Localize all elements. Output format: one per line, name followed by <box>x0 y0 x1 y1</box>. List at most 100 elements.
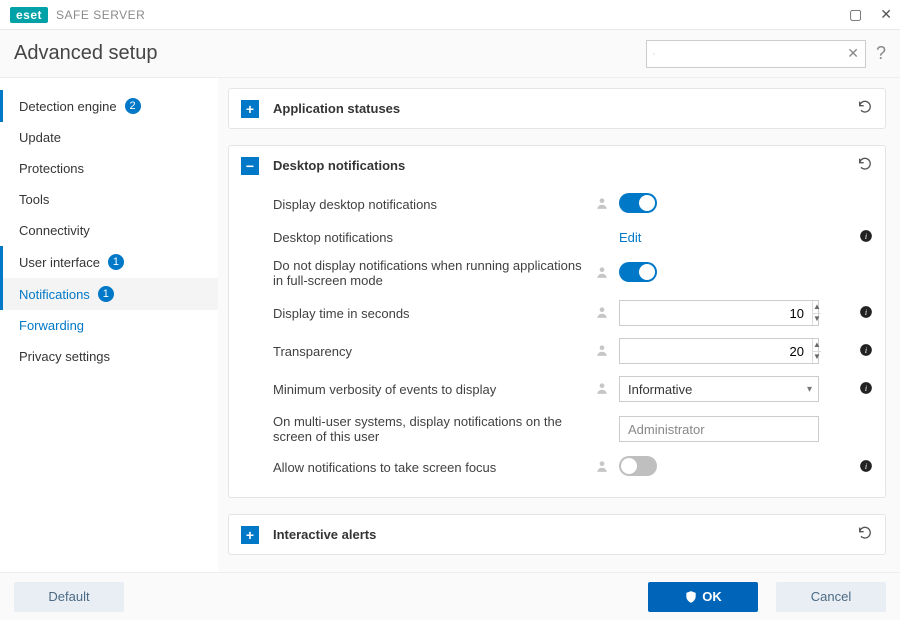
transparency-input[interactable]: ▲▼ <box>619 338 819 364</box>
page-title: Advanced setup <box>14 42 157 65</box>
edit-link[interactable]: Edit <box>619 230 641 245</box>
sidebar-item-label: Notifications <box>19 287 90 302</box>
sidebar-badge: 1 <box>98 286 114 302</box>
person-icon <box>593 343 611 360</box>
collapse-icon[interactable]: − <box>241 157 259 175</box>
sidebar-item-label: Tools <box>19 192 49 207</box>
revert-icon[interactable] <box>857 525 873 544</box>
sidebar-item-connectivity[interactable]: Connectivity <box>0 215 218 246</box>
expand-icon[interactable]: + <box>241 526 259 544</box>
panel-application-statuses: + Application statuses <box>228 88 886 129</box>
sidebar-item-label: Protections <box>19 161 84 176</box>
sidebar-badge: 2 <box>125 98 141 114</box>
panel-title: Interactive alerts <box>273 527 376 542</box>
person-icon <box>593 196 611 213</box>
footer: Default OK Cancel <box>0 572 900 620</box>
info-icon[interactable]: i <box>851 381 873 398</box>
setting-label: Display time in seconds <box>273 306 593 321</box>
verbosity-select[interactable]: Informative ▾ <box>619 376 819 402</box>
brand-logo: eset <box>10 7 48 23</box>
sidebar-item-privacy-settings[interactable]: Privacy settings <box>0 341 218 372</box>
verbosity-value: Informative <box>628 382 692 397</box>
person-icon <box>593 381 611 398</box>
spinner[interactable]: ▲▼ <box>812 339 821 363</box>
person-icon <box>593 459 611 476</box>
toggle-screen-focus[interactable] <box>619 456 657 476</box>
sidebar-item-tools[interactable]: Tools <box>0 184 218 215</box>
person-icon <box>593 305 611 322</box>
sidebar: Detection engine 2 Update Protections To… <box>0 78 218 572</box>
setting-label: Do not display notifications when runnin… <box>273 258 593 288</box>
sidebar-badge: 1 <box>108 254 124 270</box>
sidebar-item-update[interactable]: Update <box>0 122 218 153</box>
info-icon[interactable]: i <box>851 343 873 360</box>
sidebar-item-protections[interactable]: Protections <box>0 153 218 184</box>
row-display-time: Display time in seconds ▲▼ i <box>273 294 873 332</box>
default-button[interactable]: Default <box>14 582 124 612</box>
header: Advanced setup ✕ ? <box>0 30 900 78</box>
setting-label: Allow notifications to take screen focus <box>273 460 593 475</box>
toggle-fullscreen-suppress[interactable] <box>619 262 657 282</box>
sidebar-item-label: Forwarding <box>19 318 84 333</box>
row-verbosity: Minimum verbosity of events to display I… <box>273 370 873 408</box>
info-icon[interactable]: i <box>851 305 873 322</box>
sidebar-item-label: Privacy settings <box>19 349 110 364</box>
cancel-button[interactable]: Cancel <box>776 582 886 612</box>
multi-user-field[interactable] <box>620 417 818 441</box>
multi-user-input[interactable] <box>619 416 819 442</box>
sidebar-item-label: Detection engine <box>19 99 117 114</box>
transparency-field[interactable] <box>620 339 812 363</box>
brand-product: SAFE SERVER <box>56 8 145 22</box>
panel-desktop-notifications: − Desktop notifications Display desktop … <box>228 145 886 498</box>
spin-up-icon[interactable]: ▲ <box>813 301 821 314</box>
titlebar: eset SAFE SERVER ▢ ✕ <box>0 0 900 30</box>
spin-up-icon[interactable]: ▲ <box>813 339 821 352</box>
panel-header[interactable]: + Application statuses <box>229 89 885 128</box>
sidebar-item-forwarding[interactable]: Forwarding <box>0 310 218 341</box>
setting-label: Desktop notifications <box>273 230 593 245</box>
spinner[interactable]: ▲▼ <box>812 301 821 325</box>
row-desktop-notifications-edit: Desktop notifications Edit i <box>273 222 873 252</box>
search-icon <box>653 47 655 61</box>
expand-icon[interactable]: + <box>241 100 259 118</box>
spin-down-icon[interactable]: ▼ <box>813 352 821 364</box>
setting-label: Transparency <box>273 344 593 359</box>
row-transparency: Transparency ▲▼ i <box>273 332 873 370</box>
person-icon <box>593 265 611 282</box>
sidebar-item-notifications[interactable]: Notifications 1 <box>0 278 218 310</box>
panel-title: Desktop notifications <box>273 158 405 173</box>
toggle-display-desktop-notifications[interactable] <box>619 193 657 213</box>
content: + Application statuses − Desktop notific… <box>218 78 900 572</box>
help-icon[interactable]: ? <box>876 43 886 64</box>
ok-label: OK <box>702 589 722 604</box>
panel-header[interactable]: + Interactive alerts <box>229 515 885 554</box>
row-fullscreen-suppress: Do not display notifications when runnin… <box>273 252 873 294</box>
panel-title: Application statuses <box>273 101 400 116</box>
revert-icon[interactable] <box>857 99 873 118</box>
row-screen-focus: Allow notifications to take screen focus… <box>273 450 873 485</box>
sidebar-item-label: Connectivity <box>19 223 90 238</box>
display-time-input[interactable]: ▲▼ <box>619 300 819 326</box>
info-icon[interactable]: i <box>851 459 873 476</box>
chevron-down-icon: ▾ <box>807 384 812 395</box>
ok-button[interactable]: OK <box>648 582 758 612</box>
shield-icon <box>684 590 698 604</box>
spin-down-icon[interactable]: ▼ <box>813 314 821 326</box>
row-multi-user: On multi-user systems, display notificat… <box>273 408 873 450</box>
panel-interactive-alerts: + Interactive alerts <box>228 514 886 555</box>
info-icon[interactable]: i <box>851 229 873 246</box>
search-box[interactable]: ✕ <box>646 40 866 68</box>
revert-icon[interactable] <box>857 156 873 175</box>
window-close-icon[interactable]: ✕ <box>880 6 892 23</box>
search-input[interactable] <box>661 45 841 62</box>
window-maximize-icon[interactable]: ▢ <box>849 6 862 23</box>
setting-label: Minimum verbosity of events to display <box>273 382 593 397</box>
search-clear-icon[interactable]: ✕ <box>841 45 865 62</box>
display-time-field[interactable] <box>620 301 812 325</box>
setting-label: On multi-user systems, display notificat… <box>273 414 593 444</box>
sidebar-item-detection-engine[interactable]: Detection engine 2 <box>0 90 218 122</box>
sidebar-item-label: Update <box>19 130 61 145</box>
setting-label: Display desktop notifications <box>273 197 593 212</box>
panel-header[interactable]: − Desktop notifications <box>229 146 885 185</box>
sidebar-item-user-interface[interactable]: User interface 1 <box>0 246 218 278</box>
